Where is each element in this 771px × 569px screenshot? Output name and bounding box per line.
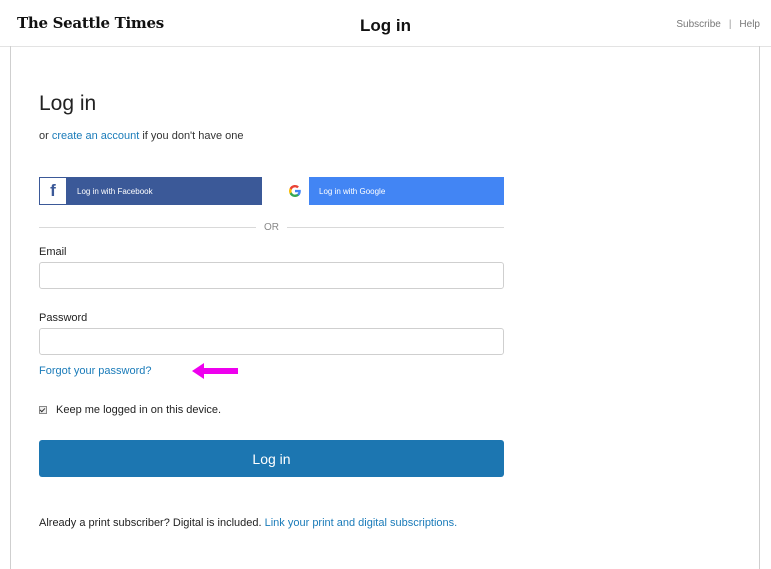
email-field[interactable] xyxy=(39,262,504,289)
remember-me: Keep me logged in on this device. xyxy=(39,404,221,416)
subtitle-suffix: if you don't have one xyxy=(142,130,244,142)
facebook-icon: f xyxy=(39,177,67,205)
subtitle-prefix: or xyxy=(39,130,49,142)
google-login-button[interactable]: Log in with Google xyxy=(281,177,504,205)
password-label: Password xyxy=(39,312,88,324)
page-title: Log in xyxy=(39,92,97,115)
google-button-label: Log in with Google xyxy=(319,186,386,196)
remember-label[interactable]: Keep me logged in on this device. xyxy=(56,404,221,416)
header-separator: | xyxy=(728,19,732,30)
header-links: Subscribe | Help xyxy=(676,19,760,30)
page-frame xyxy=(10,46,760,569)
or-divider: OR xyxy=(39,220,504,234)
forgot-password-link[interactable]: Forgot your password? xyxy=(39,365,152,377)
header-title: Log in xyxy=(360,16,411,35)
checkbox-checked-icon[interactable] xyxy=(39,406,47,414)
print-subscriber-text: Already a print subscriber? Digital is i… xyxy=(39,514,509,532)
annotation-arrow-icon xyxy=(192,363,238,379)
login-button[interactable]: Log in xyxy=(39,440,504,477)
divider-text: OR xyxy=(264,221,279,233)
email-label: Email xyxy=(39,246,67,258)
divider-line-right xyxy=(287,226,504,228)
top-bar: The Seattle Times Log in Subscribe | Help xyxy=(0,0,771,47)
divider-line-left xyxy=(39,226,256,228)
create-account-link[interactable]: create an account xyxy=(52,130,139,142)
facebook-button-label: Log in with Facebook xyxy=(77,186,153,196)
facebook-login-button[interactable]: f Log in with Facebook xyxy=(39,177,262,205)
footer-text: Already a print subscriber? Digital is i… xyxy=(39,517,262,529)
link-subscriptions-link[interactable]: Link your print and digital subscription… xyxy=(265,517,458,529)
help-link[interactable]: Help xyxy=(739,19,760,30)
subtitle: or create an account if you don't have o… xyxy=(39,130,244,142)
password-field[interactable] xyxy=(39,328,504,355)
google-icon xyxy=(281,177,309,205)
subscribe-link[interactable]: Subscribe xyxy=(676,19,720,30)
